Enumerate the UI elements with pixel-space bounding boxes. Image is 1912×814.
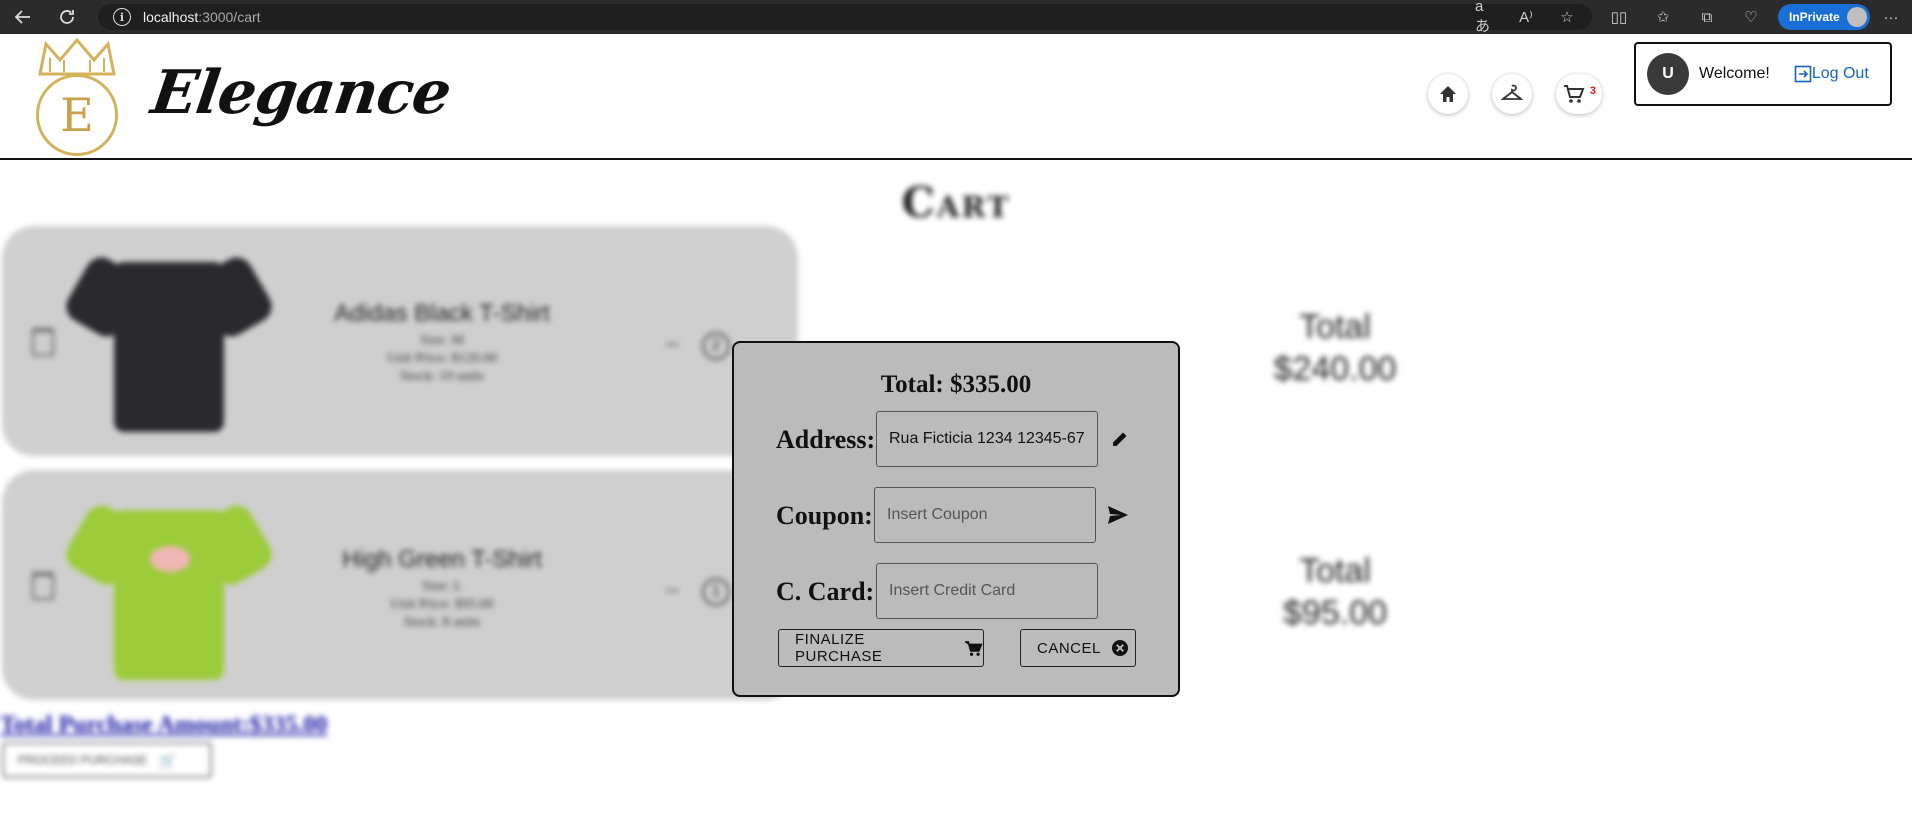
credit-card-field[interactable] [876, 563, 1098, 619]
total-purchase-amount: Total Purchase Amount:$335.00 [0, 712, 328, 738]
brand-name[interactable]: Elegance [147, 58, 455, 128]
cart-count-badge: 3 [1589, 85, 1596, 97]
site-info-icon[interactable]: i [113, 8, 131, 26]
pencil-icon[interactable] [1106, 425, 1134, 453]
finalize-purchase-label: FINALIZE PURCHASE [795, 631, 883, 665]
home-button[interactable] [1428, 74, 1468, 114]
item-name: High Green T-Shirt [342, 546, 542, 573]
avatar: U [1647, 53, 1689, 95]
cart-item: High Green T-Shirt Size: L Unit Price: $… [2, 470, 798, 700]
crown-icon [38, 38, 116, 76]
products-button[interactable] [1492, 74, 1532, 114]
logo[interactable]: E [36, 74, 118, 156]
product-image [60, 492, 278, 682]
browser-essentials-icon[interactable]: ♡ [1740, 6, 1762, 28]
line-total: Total $240.00 [1240, 306, 1430, 390]
item-unit-price: Unit Price: $95.00 [390, 597, 494, 612]
font-size-icon[interactable]: A⁾ [1515, 6, 1537, 28]
browser-toolbar: i localhost:3000/cart aあ A⁾ ☆ ▯▯ ✩ ⧉ ♡ I… [0, 0, 1912, 35]
item-size: Size: L [421, 579, 463, 594]
profile-avatar [1847, 7, 1867, 27]
address-bar[interactable]: i localhost:3000/cart [98, 4, 1592, 30]
quantity-value: 2 [702, 332, 730, 360]
decrease-quantity-button[interactable]: – [666, 330, 678, 356]
line-total-value: $95.00 [1283, 594, 1387, 632]
refresh-icon[interactable] [56, 6, 78, 28]
address-label: Address: [776, 425, 876, 454]
checkout-modal: Total: $335.00 Address: Coupon: C. Card:… [732, 341, 1180, 697]
cart-button[interactable]: 3 [1556, 74, 1602, 114]
cancel-button[interactable]: CANCEL [1020, 629, 1136, 667]
close-circle-icon [1111, 639, 1129, 657]
decrease-quantity-button[interactable]: – [666, 576, 678, 602]
logout-button[interactable]: Log Out [1794, 65, 1869, 83]
item-stock: Stock: 8 units [403, 615, 481, 630]
back-arrow-icon[interactable] [12, 6, 34, 28]
read-aloud-icon[interactable]: aあ [1475, 0, 1497, 35]
collections-icon[interactable]: ⧉ [1696, 6, 1718, 28]
send-icon[interactable] [1104, 501, 1132, 529]
cancel-label: CANCEL [1037, 639, 1101, 657]
coupon-field[interactable] [874, 487, 1096, 543]
address-field[interactable] [876, 411, 1098, 467]
credit-card-label: C. Card: [776, 577, 875, 606]
cart-icon [1564, 85, 1585, 103]
cart-icon: 🛒 [159, 751, 177, 768]
home-icon [1440, 86, 1456, 102]
welcome-text: Welcome! [1699, 65, 1770, 82]
inprivate-badge[interactable]: InPrivate [1778, 4, 1870, 30]
line-total-value: $240.00 [1273, 350, 1397, 388]
item-name: Adidas Black T-Shirt [334, 300, 550, 327]
line-total-label: Total [1299, 308, 1371, 346]
line-total: Total $95.00 [1240, 550, 1430, 634]
coupon-label: Coupon: [776, 501, 873, 530]
logo-letter: E [60, 88, 94, 142]
hanger-icon [1501, 84, 1523, 100]
logout-label: Log Out [1811, 65, 1869, 82]
item-stock: Stock: 10 units [399, 369, 484, 384]
quantity-value: 1 [702, 578, 730, 606]
favorite-star-icon[interactable]: ☆ [1556, 6, 1578, 28]
cart-icon [965, 640, 983, 657]
finalize-purchase-button[interactable]: FINALIZE PURCHASE [778, 629, 984, 667]
logout-icon [1794, 65, 1812, 83]
product-image [60, 244, 278, 434]
trash-icon[interactable] [32, 572, 54, 600]
item-unit-price: Unit Price: $120.00 [386, 351, 498, 366]
proceed-purchase-label: PROCEED PURCHASE [18, 753, 148, 767]
line-total-label: Total [1299, 552, 1371, 590]
more-options-icon[interactable]: ··· [1880, 6, 1902, 28]
cart-item: Adidas Black T-Shirt Size: M Unit Price:… [2, 226, 798, 456]
user-panel: U Welcome! Log Out [1634, 42, 1892, 106]
modal-total: Total: $335.00 [880, 371, 1032, 398]
split-screen-icon[interactable]: ▯▯ [1608, 6, 1630, 28]
proceed-purchase-button[interactable]: PROCEED PURCHASE 🛒 [2, 742, 212, 778]
trash-icon[interactable] [32, 328, 54, 356]
cart-title: Cart [901, 178, 1011, 227]
item-size: Size: M [420, 333, 464, 348]
url-text: localhost:3000/cart [143, 9, 261, 25]
favorites-icon[interactable]: ✩ [1652, 6, 1674, 28]
